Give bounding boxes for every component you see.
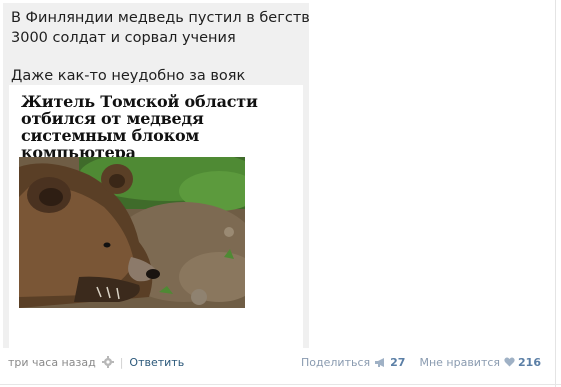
post-card: В Финляндии медведь пустил в бегство 300…	[3, 3, 309, 348]
post-text-line-2: 3000 солдат и сорвал учения	[11, 30, 236, 46]
post-timestamp[interactable]: три часа назад	[8, 356, 96, 369]
megaphone-icon	[374, 357, 387, 368]
post-text-line-1: В Финляндии медведь пустил в бегство	[11, 10, 309, 26]
post-footer-right: Поделиться 27 Мне нравится 216	[301, 354, 541, 370]
footer-divider: |	[119, 355, 124, 369]
bottom-divider	[0, 384, 561, 385]
news-headline: Житель Томской области отбился от медвед…	[21, 92, 258, 162]
heart-icon	[504, 357, 515, 367]
share-label: Поделиться	[301, 355, 371, 369]
bear-photo	[19, 157, 245, 308]
news-screenshot[interactable]: Житель Томской области отбился от медвед…	[9, 85, 303, 348]
like-label: Мне нравится	[419, 355, 501, 369]
reply-link[interactable]: Ответить	[129, 356, 184, 369]
share-count: 27	[390, 355, 406, 369]
scroll-divider	[555, 0, 556, 387]
post-comment: Даже как-то неудобно за вояк	[11, 68, 246, 84]
like-button[interactable]: Мне нравится 216	[419, 356, 541, 369]
post-footer-left: три часа назад | Ответить	[8, 354, 184, 370]
gear-icon[interactable]	[101, 356, 114, 368]
post-text: В Финляндии медведь пустил в бегство 300…	[11, 8, 309, 86]
share-button[interactable]: Поделиться 27	[301, 356, 405, 369]
like-count: 216	[518, 355, 541, 369]
